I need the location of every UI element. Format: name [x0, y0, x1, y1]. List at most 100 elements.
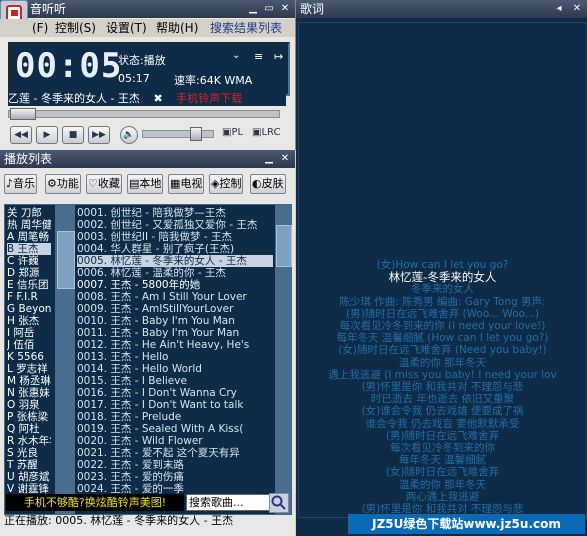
elapsed-time: 00:05 — [15, 46, 123, 86]
artist-group-item[interactable]: A 周笔畅 — [7, 231, 51, 243]
lyrics-toggle[interactable]: ▣LRC — [252, 127, 280, 138]
artist-group-item[interactable]: K 5566 — [7, 351, 51, 363]
tab-functions[interactable]: ⚙功能 — [45, 174, 81, 194]
playlist-row[interactable]: 0016. 王杰 - I Don't Wanna Cry — [77, 387, 273, 399]
now-playing-status: 正在播放: 0005. 林忆莲 - 冬季来的女人 - 王杰 — [4, 514, 234, 527]
playlist-row[interactable]: 0008. 王杰 - Am I Still Your Lover — [77, 291, 273, 303]
lyric-line: (男)怀里是你 和我共对 不理怨与悲 — [361, 381, 524, 393]
artist-group-item[interactable]: E 信乐团 — [7, 279, 51, 291]
playlist-row[interactable]: 0002. 创世纪 - 又爱孤独又爱你 - 王杰 — [77, 219, 273, 231]
ringtone-alert[interactable]: 手机铃声下载 — [176, 92, 242, 105]
group-scroll-thumb[interactable] — [57, 231, 75, 289]
playlist-row[interactable]: 0014. 王杰 - Hello World — [77, 363, 273, 375]
artist-group-item[interactable]: T 苏醒 — [7, 459, 51, 471]
artist-group-item[interactable]: J 伍佰 — [7, 339, 51, 351]
mode-icon[interactable]: ⌄ — [232, 50, 240, 61]
playlist-row[interactable]: 0004. 华人群星 - 别了疯子(王杰) — [77, 243, 273, 255]
lyric-line: 两心遇上我逃避 — [405, 490, 480, 503]
tab-favorites[interactable]: ♡收藏 — [86, 174, 122, 194]
artist-group-item[interactable]: 关 刀郎 — [7, 207, 51, 219]
artist-group-item[interactable]: F F.I.R — [7, 291, 51, 303]
playlist-row[interactable]: 0022. 王杰 - 爱到末路 — [77, 459, 273, 471]
group-scrollbar[interactable] — [55, 205, 75, 514]
minimize-icon[interactable]: ▁ — [262, 153, 276, 165]
song-scrollbar[interactable] — [275, 205, 292, 514]
lrc-label: LRC — [261, 127, 281, 138]
total-duration: 05:17 — [118, 72, 150, 85]
lyric-line: (男)随时日在远飞难舍弃 — [385, 429, 500, 442]
seek-bar[interactable] — [8, 110, 280, 118]
artist-group-item[interactable]: O 羽泉 — [7, 399, 51, 411]
volume-slider[interactable] — [142, 130, 214, 138]
artist-group-item[interactable]: G Beyond — [7, 303, 51, 315]
lyric-line: 温柔的你 那年冬天 — [398, 356, 487, 369]
pin-icon[interactable]: ◂ — [552, 3, 566, 15]
playlist-row[interactable]: 0023. 王杰 - 爱的伤痛 — [77, 471, 273, 483]
playlist-row[interactable]: 0003. 创世纪II - 陪我做梦 - 王杰 — [77, 231, 273, 243]
playlist-row[interactable]: 0019. 王杰 - Sealed With A Kiss( — [77, 423, 273, 435]
playlist-row[interactable]: 0006. 林忆莲 - 温柔的你 - 王杰 — [77, 267, 273, 279]
playlist-toggle[interactable]: ▣PL — [222, 127, 243, 138]
artist-group-item[interactable]: L 罗志祥 — [7, 363, 51, 375]
menu-lines-icon[interactable]: ≡ — [254, 50, 263, 63]
menu-file[interactable]: (F) — [32, 19, 48, 37]
playlist-row[interactable]: 0017. 王杰 - I Don't Want to talk — [77, 399, 273, 411]
menu-search-results[interactable]: 搜索结果列表 — [210, 19, 282, 37]
playlist-row[interactable]: 0005. 林忆莲 - 冬季来的女人 - 王杰 — [77, 255, 273, 267]
volume-icon[interactable]: 🔈 — [120, 126, 138, 144]
artist-group-item[interactable]: S 光良 — [7, 447, 51, 459]
tab-control[interactable]: ◈控制 — [209, 174, 244, 194]
close-icon[interactable]: ✕ — [570, 3, 584, 15]
playlist-row[interactable]: 0015. 王杰 - I Believe — [77, 375, 273, 387]
song-search-input[interactable]: 搜索歌曲... — [186, 494, 272, 511]
playlist-row[interactable]: 0021. 王杰 - 爱不起 这个夏天有异 — [77, 447, 273, 459]
menu-settings[interactable]: 设置(T) — [106, 19, 147, 37]
artist-group-item[interactable]: M 杨丞琳 — [7, 375, 51, 387]
playlist-row[interactable]: 0007. 王杰 - 5800年的她 — [77, 279, 273, 291]
restore-icon[interactable]: ▭ — [262, 3, 276, 15]
tab-tv[interactable]: ▦电视 — [168, 174, 205, 194]
player-title: 音听听 — [30, 2, 67, 16]
artist-group-item[interactable]: N 张惠妹 — [7, 387, 51, 399]
playlist-tabs: ♪音乐 ⚙功能 ♡收藏 ▤本地 ▦电视 ◈控制 ◐皮肤 — [4, 174, 291, 194]
artist-group-item[interactable]: U 胡彦斌 — [7, 471, 51, 483]
tab-local[interactable]: ▤本地 — [127, 174, 164, 194]
artist-group-item[interactable]: B 王杰 — [7, 243, 51, 255]
seek-thumb[interactable] — [10, 108, 36, 120]
volume-thumb[interactable] — [190, 127, 202, 141]
artist-group-item[interactable]: C 许巍 — [7, 255, 51, 267]
previous-button[interactable]: ◀◀ — [10, 126, 32, 144]
playlist-row[interactable]: 0001. 创世纪 - 陪我做梦—王杰 — [77, 207, 273, 219]
lyric-line: (女)随时日在远飞难舍弃 (Need you baby!) — [338, 344, 547, 357]
skip-icon[interactable]: ↦ — [274, 50, 283, 63]
artist-group-item[interactable]: D 郑源 — [7, 267, 51, 279]
bitrate-label: 速率:64K WMA — [174, 74, 253, 87]
menu-control[interactable]: 控制(S) — [55, 19, 96, 37]
menu-help[interactable]: 帮助(H) — [156, 19, 198, 37]
artist-group-item[interactable]: R 水木年华 — [7, 435, 51, 447]
next-button[interactable]: ▶▶ — [88, 126, 110, 144]
playlist-row[interactable]: 0012. 王杰 - He Ain't Heavy, He's — [77, 339, 273, 351]
playlist-row[interactable]: 0010. 王杰 - Baby I'm You Man — [77, 315, 273, 327]
tab-skin[interactable]: ◐皮肤 — [250, 174, 286, 194]
playlist-row[interactable]: 0013. 王杰 - Hello — [77, 351, 273, 363]
playlist-row[interactable]: 0018. 王杰 - Prelude — [77, 411, 273, 423]
artist-group-item[interactable]: 热 周华健 — [7, 219, 51, 231]
close-small-icon[interactable]: ✖ — [153, 92, 162, 105]
close-icon[interactable]: ✕ — [278, 3, 292, 15]
promo-banner[interactable]: 手机不够酷?换炫酷铃声美图! — [6, 494, 184, 511]
search-icon[interactable] — [269, 493, 289, 513]
tab-music[interactable]: ♪音乐 — [4, 174, 38, 194]
song-scroll-thumb[interactable] — [276, 225, 292, 267]
play-button[interactable]: ▶ — [36, 126, 58, 144]
stop-button[interactable]: ■ — [62, 126, 84, 144]
artist-group-item[interactable]: P 张栋梁 — [7, 411, 51, 423]
minimize-icon[interactable]: ▁ — [246, 3, 260, 15]
playlist-row[interactable]: 0011. 王杰 - Baby I'm Your Man — [77, 327, 273, 339]
artist-group-item[interactable]: I 阿岳 — [7, 327, 51, 339]
artist-group-item[interactable]: H 张杰 — [7, 315, 51, 327]
close-icon[interactable]: ✕ — [278, 153, 292, 165]
artist-group-item[interactable]: Q 阿杜 — [7, 423, 51, 435]
playlist-row[interactable]: 0009. 王杰 - AmIStillYourLover — [77, 303, 273, 315]
playlist-row[interactable]: 0020. 王杰 - Wild Flower — [77, 435, 273, 447]
